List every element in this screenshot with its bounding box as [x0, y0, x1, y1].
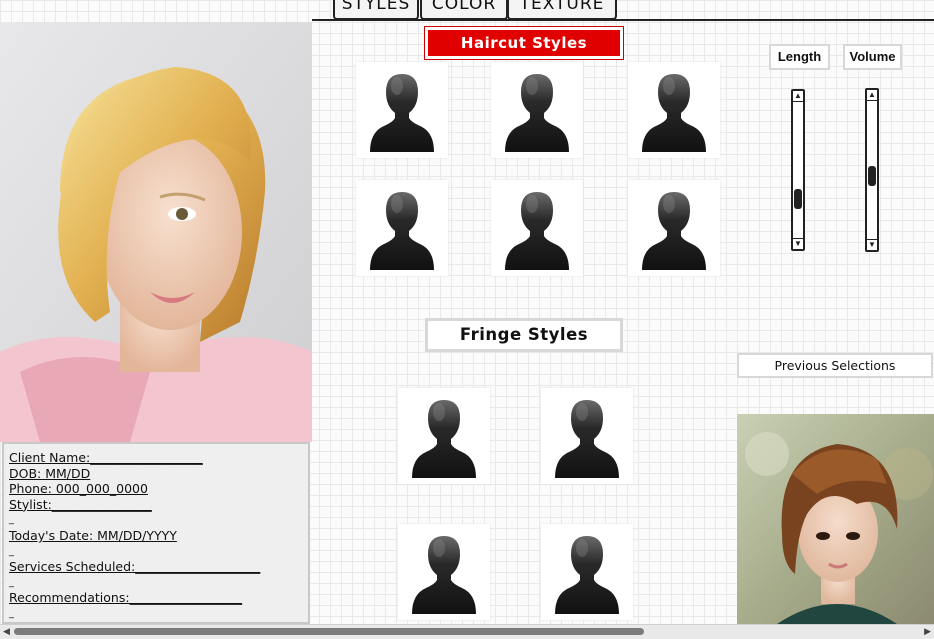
horizontal-scrollbar[interactable]: ◀ ▶ — [0, 624, 934, 639]
tab-color[interactable]: COLOR — [420, 0, 508, 20]
services-scheduled-field[interactable]: Services Scheduled:____________________ — [9, 559, 308, 575]
fringe-style-thumb[interactable] — [398, 524, 490, 620]
fringe-style-thumb[interactable] — [541, 524, 633, 620]
person-silhouette-icon — [551, 394, 623, 480]
stylist-field[interactable]: Stylist:________________ — [9, 497, 308, 513]
haircut-styles-header[interactable]: Haircut Styles — [424, 26, 624, 60]
blank-line: _ — [9, 607, 14, 619]
person-silhouette-icon — [638, 68, 710, 154]
haircut-style-thumb[interactable] — [491, 62, 583, 158]
dob-field[interactable]: DOB: MM/DD — [9, 466, 308, 482]
person-silhouette-icon — [366, 68, 438, 154]
volume-slider-knob[interactable] — [868, 165, 876, 186]
person-silhouette-icon — [501, 68, 573, 154]
haircut-style-thumb[interactable] — [628, 180, 720, 276]
previous-selections-button[interactable]: Previous Selections — [737, 353, 933, 378]
previous-selection-photo[interactable] — [737, 414, 934, 624]
haircut-style-thumb[interactable] — [628, 62, 720, 158]
client-info-card: Client Name:__________________ DOB: MM/D… — [2, 442, 310, 624]
person-silhouette-icon — [551, 530, 623, 616]
client-photo — [0, 22, 312, 442]
fringe-styles-header[interactable]: Fringe Styles — [425, 318, 623, 352]
todays-date-field[interactable]: Today's Date: MM/DD/YYYY — [9, 528, 308, 544]
tab-styles[interactable]: STYLES — [333, 0, 419, 20]
blank-line: _ — [9, 514, 14, 526]
person-silhouette-icon — [408, 530, 480, 616]
person-silhouette-icon — [501, 186, 573, 272]
arrow-up-icon[interactable]: ▲ — [793, 91, 803, 102]
blank-line: _ — [9, 576, 14, 588]
client-name-field[interactable]: Client Name:__________________ — [9, 450, 308, 466]
length-slider-knob[interactable] — [794, 188, 802, 209]
fringe-style-thumb[interactable] — [541, 388, 633, 484]
person-silhouette-icon — [638, 186, 710, 272]
person-silhouette-icon — [366, 186, 438, 272]
arrow-down-icon[interactable]: ▼ — [793, 238, 803, 249]
recommendations-field[interactable]: Recommendations:__________________ — [9, 590, 308, 606]
fringe-style-thumb[interactable] — [398, 388, 490, 484]
blank-line: _ — [9, 545, 14, 557]
arrow-up-icon[interactable]: ▲ — [867, 90, 877, 101]
haircut-style-thumb[interactable] — [356, 62, 448, 158]
haircut-style-thumb[interactable] — [491, 180, 583, 276]
length-slider[interactable]: ▲ ▼ — [791, 89, 805, 251]
volume-slider[interactable]: ▲ ▼ — [865, 88, 879, 252]
length-label: Length — [769, 44, 830, 70]
arrow-left-icon[interactable]: ◀ — [3, 626, 10, 637]
arrow-down-icon[interactable]: ▼ — [867, 239, 877, 250]
tab-texture[interactable]: TEXTURE — [507, 0, 617, 20]
volume-label: Volume — [843, 44, 902, 70]
phone-field[interactable]: Phone: 000_000_0000 — [9, 481, 308, 497]
arrow-right-icon[interactable]: ▶ — [924, 626, 931, 637]
person-silhouette-icon — [408, 394, 480, 480]
haircut-style-thumb[interactable] — [356, 180, 448, 276]
horizontal-scrollbar-thumb[interactable] — [14, 628, 644, 635]
